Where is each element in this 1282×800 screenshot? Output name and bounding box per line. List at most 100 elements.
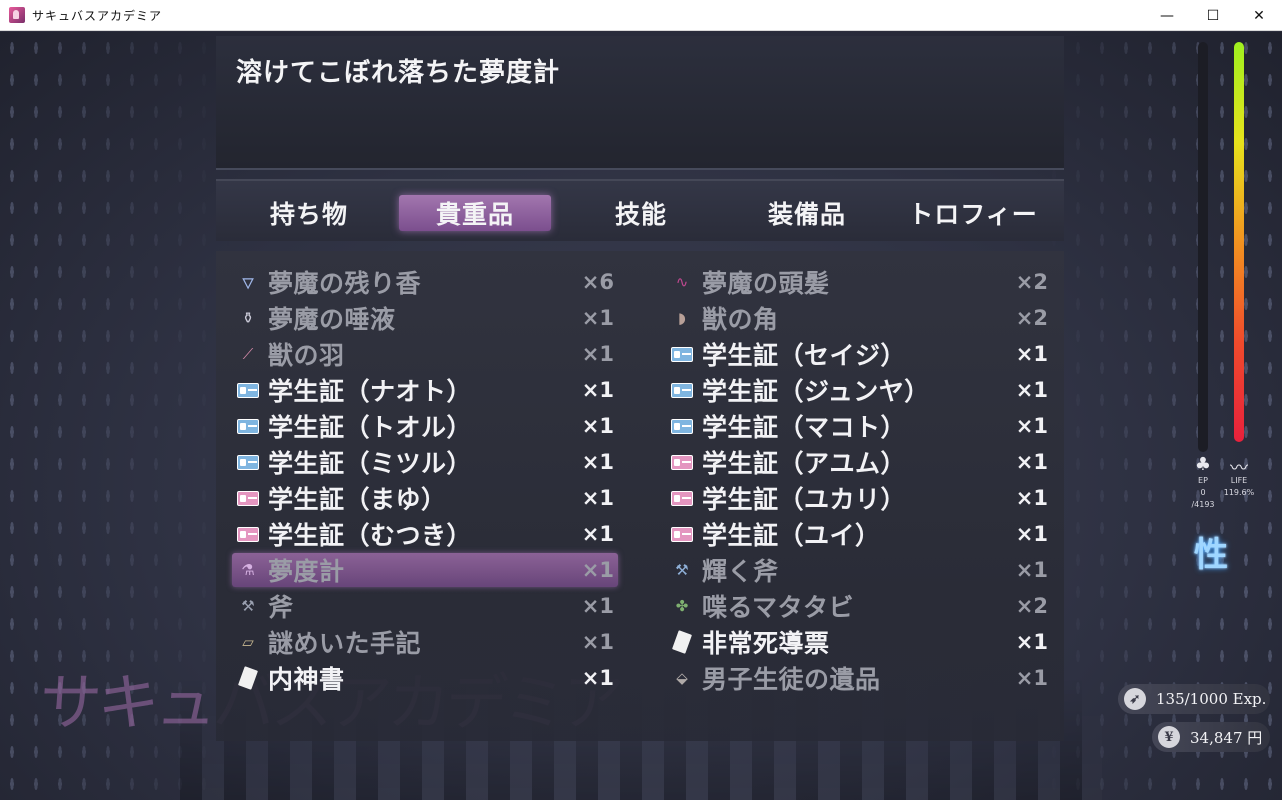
item-row[interactable]: 内神書 ×1 [232,661,618,695]
item-row[interactable]: ✤ 喋るマタタビ ×2 [666,589,1052,623]
item-name: 夢魔の頭髪 [702,269,830,298]
item-row[interactable]: ⚒ 輝く斧 ×1 [666,553,1052,587]
item-name: 斧 [268,593,294,622]
ep-gauge [1198,42,1208,452]
student-id-card-icon [670,450,694,474]
item-name: 非常死導票 [702,629,830,658]
item-row[interactable]: 学生証（ユイ） ×1 [666,517,1052,551]
tab-trophies[interactable]: トロフィー [897,195,1049,231]
item-description: 溶けてこぼれ落ちた夢度計 [236,58,561,88]
window-controls: — ☐ ✕ [1144,0,1282,31]
category-tab-bar: 持ち物 貴重品 技能 装備品 トロフィー [216,179,1064,241]
tab-skills[interactable]: 技能 [565,195,717,231]
compass-icon: ➶ [1124,688,1146,710]
perfume-bottle-icon: 🜄 [241,274,255,293]
item-name: 学生証（セイジ） [702,341,907,370]
item-row[interactable]: ∿ 夢魔の頭髪 ×2 [666,265,1052,299]
shining-axe-icon: ⚒ [675,561,689,579]
student-id-card-icon [670,522,694,546]
help-window: 溶けてこぼれ落ちた夢度計 [216,36,1064,170]
exp-value: 135/1000 Exp. [1156,690,1267,708]
item-count: ×2 [1015,594,1048,618]
item-name: 獣の羽 [268,341,345,370]
item-row[interactable]: ◗ 獣の角 ×2 [666,301,1052,335]
item-name: 夢魔の残り香 [268,269,422,298]
notebook-icon: ▱ [242,633,254,651]
item-row[interactable]: 学生証（ナオト） ×1 [232,373,618,407]
clover-icon: ♣ [1194,454,1212,475]
item-count: ×1 [1015,522,1048,546]
money-value: 34,847 円 [1190,728,1263,747]
close-button[interactable]: ✕ [1236,0,1282,31]
item-row[interactable]: 学生証（セイジ） ×1 [666,337,1052,371]
item-list: 🜄 夢魔の残り香 ×6 ⚱ 夢魔の唾液 ×1 ⟋ 獣の羽 ×1 学生証（ナオト） ×1 学生証（トオル… [216,251,1064,741]
item-count: ×6 [581,270,614,294]
item-name: 学生証（ミツル） [268,449,473,478]
horn-icon: ◗ [678,309,686,327]
plant-icon: ✤ [675,597,689,615]
item-count: ×1 [1015,378,1048,402]
item-name: 内神書 [268,665,345,694]
life-label: LIFE [1230,476,1248,485]
flask-icon: ⚱ [241,309,255,327]
item-row[interactable]: 学生証（ミツル） ×1 [232,445,618,479]
yen-icon: ¥ [1158,726,1180,748]
life-gauge [1234,42,1244,442]
item-row[interactable]: 学生証（トオル） ×1 [232,409,618,443]
item-row[interactable]: 🜄 夢魔の残り香 ×6 [232,265,618,299]
item-count: ×1 [581,306,614,330]
item-row[interactable]: 学生証（むつき） ×1 [232,517,618,551]
minimize-button[interactable]: — [1144,0,1190,31]
item-count: ×1 [581,414,614,438]
student-id-card-icon [236,522,260,546]
game-screen: サキュバスアカデミア 溶けてこぼれ落ちた夢度計 持ち物 貴重品 技能 装備品 ト… [0,32,1282,800]
item-row[interactable]: ⬙ 男子生徒の遺品 ×1 [666,661,1052,695]
ep-max: /4193 [1191,500,1215,509]
item-name: 男子生徒の遺品 [702,665,881,694]
student-id-card-icon [236,378,260,402]
window-title: サキュバスアカデミア [32,8,163,23]
item-count: ×2 [1015,306,1048,330]
item-count: ×1 [1015,414,1048,438]
tab-valuables[interactable]: 貴重品 [399,195,551,231]
item-count: ×1 [581,666,614,690]
item-count: ×1 [581,378,614,402]
item-row[interactable]: ⚗ 夢度計 ×1 [232,553,618,587]
exp-display: ➶ 135/1000 Exp. [1118,684,1270,714]
item-row[interactable]: 学生証（ユカリ） ×1 [666,481,1052,515]
item-row[interactable]: 学生証（アユム） ×1 [666,445,1052,479]
item-count: ×2 [1015,270,1048,294]
tab-equipment[interactable]: 装備品 [731,195,883,231]
maximize-button[interactable]: ☐ [1190,0,1236,31]
item-count: ×1 [581,486,614,510]
ep-label: EP [1198,476,1208,485]
item-row[interactable]: ⚱ 夢魔の唾液 ×1 [232,301,618,335]
item-row[interactable]: ⟋ 獣の羽 ×1 [232,337,618,371]
status-badge: 性 [1194,535,1228,575]
item-count: ×1 [581,630,614,654]
item-count: ×1 [581,594,614,618]
dream-meter-jar-icon: ⚗ [241,561,255,579]
hair-strand-icon: ∿ [675,273,689,291]
app-icon [9,7,25,23]
item-count: ×1 [1015,666,1048,690]
student-id-card-icon [236,450,260,474]
item-row[interactable]: ▱ 謎めいた手記 ×1 [232,625,618,659]
item-row[interactable]: ⚒ 斧 ×1 [232,589,618,623]
item-name: 学生証（ユイ） [702,521,881,550]
item-name: 獣の角 [702,305,779,334]
item-count: ×1 [581,450,614,474]
tab-items[interactable]: 持ち物 [233,195,385,231]
item-row[interactable]: 学生証（マコト） ×1 [666,409,1052,443]
ep-value: 0 [1200,488,1206,497]
item-name: 夢度計 [268,557,345,586]
item-count: ×1 [1015,486,1048,510]
item-row[interactable]: 非常死導票 ×1 [666,625,1052,659]
axe-icon: ⚒ [241,597,255,615]
feather-icon: ⟋ [242,345,254,363]
box-icon: ⬙ [676,669,688,687]
item-name: 夢魔の唾液 [268,305,396,334]
item-name: 学生証（むつき） [268,521,473,550]
item-row[interactable]: 学生証（まゆ） ×1 [232,481,618,515]
item-row[interactable]: 学生証（ジュンヤ） ×1 [666,373,1052,407]
